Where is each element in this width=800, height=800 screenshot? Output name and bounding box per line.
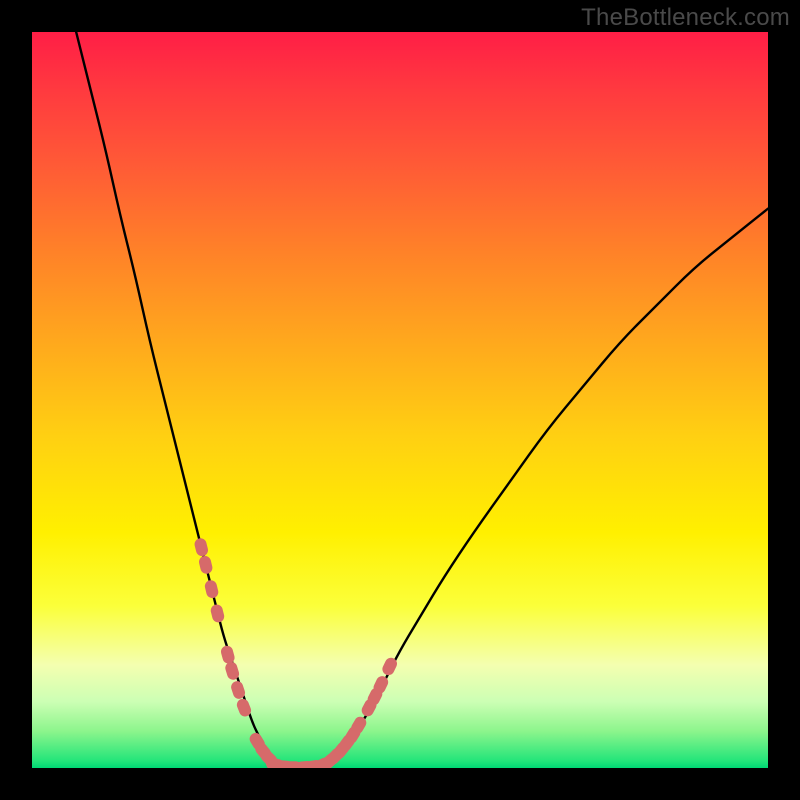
bottleneck-curve — [76, 32, 768, 768]
highlight-dot — [220, 644, 236, 665]
chart-frame: TheBottleneck.com — [0, 0, 800, 800]
highlight-dot — [204, 579, 220, 599]
plot-area — [32, 32, 768, 768]
highlight-dot — [193, 537, 209, 557]
watermark-text: TheBottleneck.com — [581, 4, 790, 32]
highlight-dot — [198, 555, 214, 575]
highlight-dot — [209, 603, 225, 623]
highlight-markers — [193, 537, 399, 768]
curve-layer — [32, 32, 768, 768]
